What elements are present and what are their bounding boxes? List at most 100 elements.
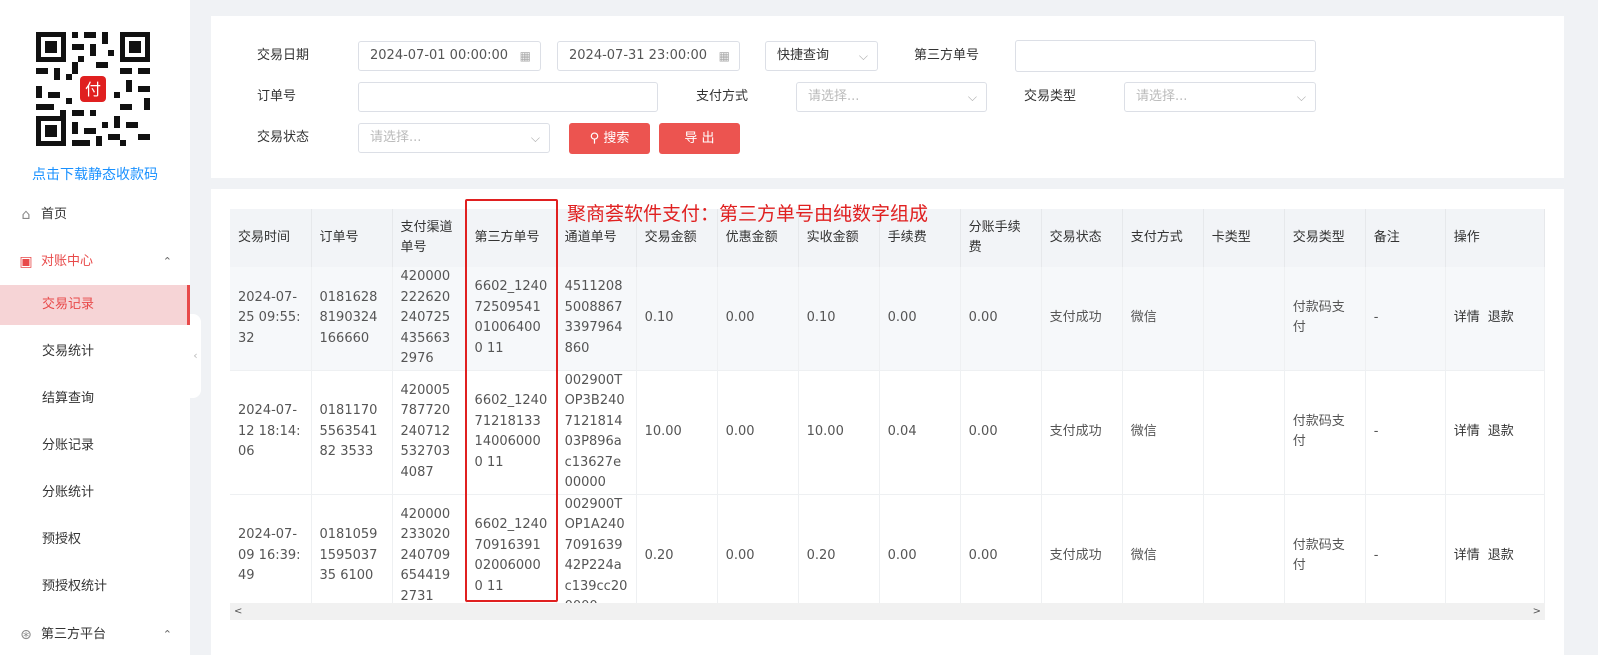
cell-remark: - bbox=[1365, 267, 1446, 371]
trade-status-select[interactable]: 请选择... ⌵ bbox=[358, 123, 550, 153]
trade-date-label: 交易日期 bbox=[257, 48, 310, 63]
col-header-time: 交易时间 bbox=[230, 209, 312, 267]
table-row: 2024-07-09 16:39:49 0181059159503735 610… bbox=[230, 494, 1546, 619]
refund-link[interactable]: 退款 bbox=[1488, 548, 1514, 563]
table-panel: 交易时间 订单号 支付渠道单号 第三方单号 通道单号 交易金额 优惠金额 实收金… bbox=[211, 189, 1564, 655]
cell-fee: 0.00 bbox=[879, 494, 961, 619]
cell-pay-method: 微信 bbox=[1122, 494, 1204, 619]
chevron-up-icon: ⌃ bbox=[162, 255, 172, 268]
end-date-input[interactable]: 2024-07-31 23:00:00 ▦ bbox=[557, 41, 740, 71]
cell-fee: 0.00 bbox=[879, 267, 961, 371]
cell-order-no: 0181170556354182 3533 bbox=[311, 370, 393, 495]
sidebar: 付 点击下载静态收款码 ⌂ 首页 ▣ 对账中心 ⌃ 交易记录 交易统计 结算查询… bbox=[0, 0, 190, 655]
cell-pay-method: 微信 bbox=[1122, 267, 1204, 371]
cell-discount: 0.00 bbox=[717, 267, 799, 371]
cell-received: 0.10 bbox=[798, 267, 880, 371]
menu-item-preauth-stats[interactable]: 预授权统计 bbox=[0, 567, 190, 607]
cell-discount: 0.00 bbox=[717, 370, 799, 495]
cell-card-type bbox=[1203, 494, 1285, 619]
cell-channel-no: 4200002226202407254356632976 bbox=[392, 267, 467, 371]
chevron-down-icon: ⌵ bbox=[530, 131, 540, 145]
detail-link[interactable]: 详情 bbox=[1454, 548, 1480, 563]
qr-badge: 付 bbox=[85, 80, 101, 99]
col-header-card-type: 卡类型 bbox=[1203, 209, 1285, 267]
chevron-down-icon: ⌵ bbox=[858, 49, 868, 63]
trade-type-select[interactable]: 请选择... ⌵ bbox=[1124, 82, 1316, 112]
cell-amount: 0.10 bbox=[636, 267, 718, 371]
menu-item-settlement[interactable]: 结算查询 bbox=[0, 379, 190, 419]
menu-item-home[interactable]: ⌂ 首页 bbox=[0, 195, 190, 235]
qr-code[interactable]: 付 bbox=[30, 26, 156, 152]
cell-actions: 详情 退款 bbox=[1445, 267, 1546, 371]
calendar-icon: ▦ bbox=[718, 49, 730, 63]
cell-time: 2024-07-12 18:14:06 bbox=[230, 370, 312, 495]
menu-item-trade-records[interactable]: 交易记录 bbox=[0, 285, 190, 325]
cell-split-fee: 0.00 bbox=[960, 267, 1042, 371]
cell-actions: 详情 退款 bbox=[1445, 370, 1546, 495]
col-header-split-fee: 分账手续费 bbox=[960, 209, 1042, 267]
col-header-pay-method: 支付方式 bbox=[1122, 209, 1204, 267]
cell-order-no: 0181059159503735 6100 bbox=[311, 494, 393, 619]
chevron-down-icon: ⌵ bbox=[1296, 90, 1306, 104]
third-party-no-input[interactable] bbox=[1015, 40, 1316, 72]
menu-item-split-stats[interactable]: 分账统计 bbox=[0, 473, 190, 513]
transactions-table: 交易时间 订单号 支付渠道单号 第三方单号 通道单号 交易金额 优惠金额 实收金… bbox=[230, 209, 1546, 619]
search-icon: ⚲ bbox=[589, 131, 600, 146]
calendar-icon: ▦ bbox=[519, 49, 531, 63]
cell-order-no: 018162881903241​66660 bbox=[311, 267, 393, 371]
export-button[interactable]: 导 出 bbox=[659, 123, 740, 154]
col-header-actions: 操作 bbox=[1445, 209, 1546, 267]
refund-link[interactable]: 退款 bbox=[1488, 424, 1514, 439]
refund-link[interactable]: 退款 bbox=[1488, 310, 1514, 325]
cell-amount: 10.00 bbox=[636, 370, 718, 495]
reconcile-icon: ▣ bbox=[19, 254, 33, 270]
scroll-right-icon[interactable]: > bbox=[1533, 603, 1541, 620]
quick-query-select[interactable]: 快捷查询 ⌵ bbox=[765, 41, 878, 71]
cell-split-fee: 0.00 bbox=[960, 494, 1042, 619]
third-party-column-highlight bbox=[465, 199, 558, 602]
third-party-no-label: 第三方单号 bbox=[914, 48, 980, 63]
menu-item-split-records[interactable]: 分账记录 bbox=[0, 426, 190, 466]
start-date-input[interactable]: 2024-07-01 00:00:00 ▦ bbox=[358, 41, 541, 71]
col-header-channel-no: 支付渠道单号 bbox=[392, 209, 467, 267]
cell-remark: - bbox=[1365, 370, 1446, 495]
cell-amount: 0.20 bbox=[636, 494, 718, 619]
menu-item-trade-stats[interactable]: 交易统计 bbox=[0, 332, 190, 372]
sidebar-collapse-handle[interactable]: ‹ bbox=[190, 314, 201, 398]
cell-status: 支付成功 bbox=[1041, 370, 1123, 495]
cell-passage-no: 002900TOP1A240709163942P224ac139cc200000 bbox=[556, 494, 637, 619]
scroll-left-icon[interactable]: < bbox=[234, 603, 242, 620]
trade-status-label: 交易状态 bbox=[257, 130, 310, 145]
order-no-input[interactable] bbox=[358, 82, 658, 112]
cell-pay-method: 微信 bbox=[1122, 370, 1204, 495]
search-button[interactable]: ⚲ 搜索 bbox=[569, 123, 650, 154]
cell-fee: 0.04 bbox=[879, 370, 961, 495]
cell-discount: 0.00 bbox=[717, 494, 799, 619]
cell-remark: - bbox=[1365, 494, 1446, 619]
cell-card-type bbox=[1203, 267, 1285, 371]
cell-passage-no: 451120850088673397964860 bbox=[556, 267, 637, 371]
menu-group-third-party[interactable]: ⊛ 第三方平台 ⌃ bbox=[0, 615, 190, 655]
table-row: 2024-07-12 18:14:06 0181170556354182 353… bbox=[230, 370, 1546, 495]
cell-received: 10.00 bbox=[798, 370, 880, 495]
col-header-trade-type: 交易类型 bbox=[1284, 209, 1366, 267]
pay-method-select[interactable]: 请选择... ⌵ bbox=[796, 82, 987, 112]
chevron-down-icon: ⌵ bbox=[967, 90, 977, 104]
trade-type-label: 交易类型 bbox=[1024, 89, 1077, 104]
cell-card-type bbox=[1203, 370, 1285, 495]
cell-actions: 详情 退款 bbox=[1445, 494, 1546, 619]
col-header-remark: 备注 bbox=[1365, 209, 1446, 267]
download-qr-link[interactable]: 点击下载静态收款码 bbox=[0, 164, 190, 184]
horizontal-scrollbar[interactable]: < > bbox=[230, 603, 1545, 620]
cell-time: 2024-07-25 09:55:32 bbox=[230, 267, 312, 371]
annotation-text: 聚商荟软件支付：第三方单号由纯数字组成 bbox=[567, 203, 929, 225]
detail-link[interactable]: 详情 bbox=[1454, 310, 1480, 325]
platform-icon: ⊛ bbox=[20, 627, 32, 643]
cell-trade-type: 付款码支付 bbox=[1284, 267, 1366, 371]
cell-time: 2024-07-09 16:39:49 bbox=[230, 494, 312, 619]
col-header-order-no: 订单号 bbox=[311, 209, 393, 267]
menu-item-preauth[interactable]: 预授权 bbox=[0, 520, 190, 560]
detail-link[interactable]: 详情 bbox=[1454, 424, 1480, 439]
menu-group-reconcile[interactable]: ▣ 对账中心 ⌃ bbox=[0, 242, 190, 282]
order-no-label: 订单号 bbox=[257, 89, 297, 104]
